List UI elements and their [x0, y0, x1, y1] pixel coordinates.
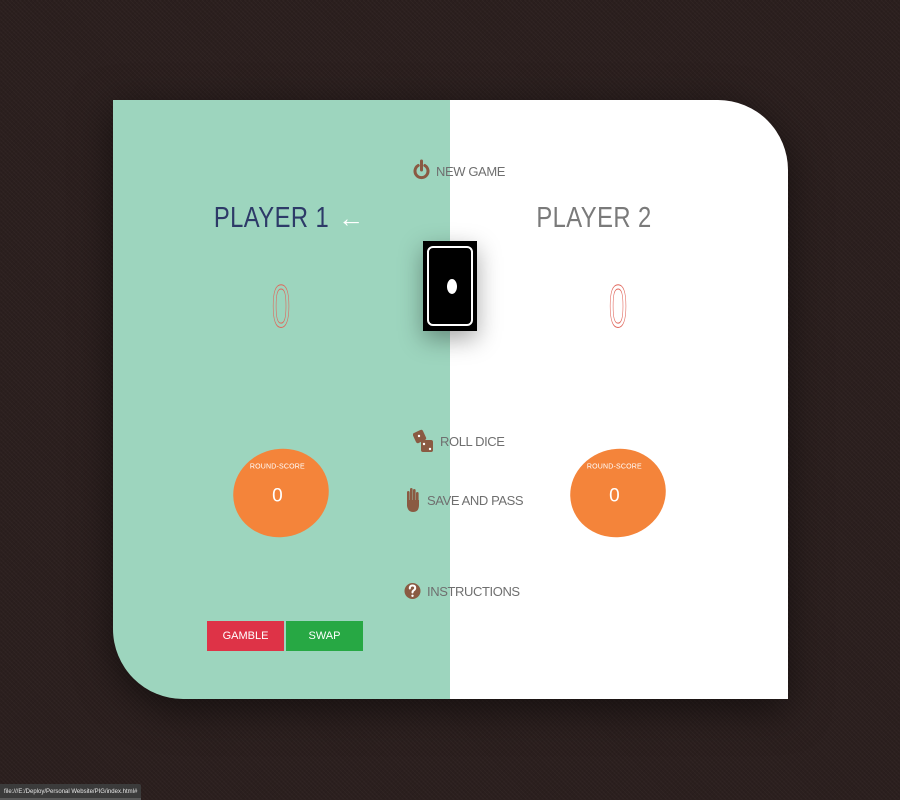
player-1-round-score-label: ROUND-SCORE	[249, 463, 305, 471]
power-icon	[413, 159, 430, 183]
instructions-button[interactable]: INSTRUCTIONS	[404, 578, 520, 604]
save-and-pass-button[interactable]: SAVE AND PASS	[405, 487, 524, 513]
player-2-round-score: 0	[609, 485, 620, 507]
dice-face	[427, 246, 473, 326]
new-game-label: NEW GAME	[436, 163, 506, 179]
player-1-panel: PLAYER 1 ← 0 ROUND-SCORE 0 GAMBLE SWAP	[113, 100, 450, 699]
roll-dice-button[interactable]: ROLL DICE	[413, 428, 505, 454]
active-player-arrow-icon: ←	[338, 203, 364, 233]
player-1-score: 0	[271, 273, 291, 341]
roll-dice-label: ROLL DICE	[440, 433, 505, 449]
player-2-round-score-label: ROUND-SCORE	[586, 463, 642, 471]
player-1-round-score-box: ROUND-SCORE 0	[223, 438, 339, 548]
player-2-round-score-box: ROUND-SCORE 0	[560, 438, 676, 548]
player-2-panel: PLAYER 2 0 ROUND-SCORE 0	[450, 100, 788, 699]
player-1-round-score: 0	[272, 485, 283, 507]
gamble-button[interactable]: GAMBLE	[207, 621, 284, 651]
instructions-label: INSTRUCTIONS	[427, 583, 520, 599]
new-game-button[interactable]: NEW GAME	[413, 159, 505, 183]
game-board: PLAYER 1 ← 0 ROUND-SCORE 0 GAMBLE SWAP P…	[113, 100, 788, 699]
dice-pip	[447, 279, 457, 294]
swap-button[interactable]: SWAP	[286, 621, 363, 651]
player-2-name: PLAYER 2	[536, 202, 652, 234]
dice-icon	[413, 428, 434, 454]
player-1-name: PLAYER 1	[213, 202, 330, 234]
browser-status-bar: file:///E:/Deploy/Personal Website/PIG/i…	[0, 784, 142, 800]
dice	[423, 241, 477, 331]
save-and-pass-label: SAVE AND PASS	[427, 492, 524, 508]
question-icon	[404, 578, 421, 604]
hand-icon	[405, 487, 421, 513]
player-2-score: 0	[608, 273, 628, 341]
